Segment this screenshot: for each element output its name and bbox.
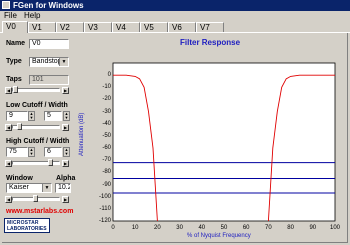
y-tick-label: -40 <box>102 120 111 127</box>
taps-slider-thumb[interactable] <box>13 86 18 93</box>
window-label: Window <box>6 175 33 182</box>
y-tick-label: -10 <box>102 84 111 91</box>
low-width-field[interactable]: 5 <box>44 111 62 121</box>
x-tick-label: 80 <box>287 225 294 231</box>
chart-area <box>75 37 345 242</box>
x-tick-label: 70 <box>265 225 272 231</box>
alpha-slider-thumb[interactable] <box>33 195 38 202</box>
y-tick-label: -80 <box>102 169 111 176</box>
high-slider-right-icon[interactable]: ▶ <box>62 160 69 167</box>
tab-v0[interactable]: V0 <box>2 21 28 33</box>
low-width-spinner[interactable]: ▲ ▼ <box>63 111 70 121</box>
low-slider-left-icon[interactable]: ◀ <box>5 124 12 131</box>
window-title: FGen for Windows <box>13 1 84 10</box>
x-tick-label: 60 <box>242 225 250 231</box>
high-slider-left-icon[interactable]: ◀ <box>5 160 12 167</box>
app-window: FGen for Windows File Help V0 V1 V2 V3 V… <box>0 0 350 245</box>
logo-line-2: LABORATORIES <box>7 226 47 232</box>
y-tick-label: -100 <box>98 193 111 200</box>
type-value: Bandstop <box>32 58 62 65</box>
x-tick-label: 50 <box>220 225 228 231</box>
taps-slider-right-icon[interactable]: ▶ <box>62 87 69 94</box>
x-tick-label: 0 <box>111 225 115 231</box>
alpha-field[interactable]: 10.2 <box>55 183 71 193</box>
y-tick-label: -20 <box>102 96 111 103</box>
y-tick-label: -50 <box>102 132 111 139</box>
chevron-down-icon[interactable]: ▼ <box>59 58 68 66</box>
chevron-down-icon[interactable]: ▼ <box>42 184 51 192</box>
y-tick-label: -70 <box>102 157 111 164</box>
x-tick-label: 10 <box>131 225 139 231</box>
y-tick-label: -110 <box>99 205 111 212</box>
x-tick-label: 40 <box>198 225 206 231</box>
window-value: Kaiser <box>9 184 29 191</box>
chart-title: Filter Response <box>180 38 241 47</box>
y-tick-label: -90 <box>102 181 111 188</box>
high-width-field[interactable]: 6 <box>44 147 62 157</box>
taps-field[interactable]: 101 <box>29 75 69 85</box>
alpha-slider-left-icon[interactable]: ◀ <box>5 196 12 203</box>
taps-slider-left-icon[interactable]: ◀ <box>5 87 12 94</box>
y-tick-label: -30 <box>102 108 111 115</box>
high-cutoff-field[interactable]: 75 <box>6 147 28 157</box>
name-label: Name <box>6 40 26 47</box>
alpha-label: Alpha <box>56 175 76 182</box>
high-cutoff-label: High Cutoff / Width <box>6 138 70 145</box>
y-tick-label: -60 <box>102 145 111 152</box>
y-tick-label: 0 <box>107 72 111 79</box>
x-tick-label: 20 <box>154 225 161 231</box>
menu-help[interactable]: Help <box>24 11 40 21</box>
x-tick-label: 90 <box>309 225 317 231</box>
window-select[interactable]: Kaiser ▼ <box>6 183 52 193</box>
low-slider-right-icon[interactable]: ▶ <box>62 124 69 131</box>
alpha-slider-right-icon[interactable]: ▶ <box>62 196 69 203</box>
x-axis-label: % of Nyquist Frequency <box>187 233 251 239</box>
name-field[interactable]: V0 <box>29 39 69 49</box>
low-cutoff-label: Low Cutoff / Width <box>6 102 68 109</box>
website-link[interactable]: www.mstarlabs.com <box>6 208 73 215</box>
menu-file[interactable]: File <box>4 11 17 21</box>
y-tick-label: -120 <box>98 218 111 224</box>
type-select[interactable]: Bandstop ▼ <box>29 57 69 67</box>
menu-bar: File Help <box>0 11 350 21</box>
app-icon[interactable] <box>2 1 10 9</box>
type-label: Type <box>6 58 22 65</box>
title-bar: FGen for Windows <box>0 0 350 11</box>
high-cutoff-spinner[interactable]: ▲ ▼ <box>28 147 35 157</box>
low-cutoff-field[interactable]: 9 <box>6 111 28 121</box>
low-slider-thumb[interactable] <box>17 123 22 130</box>
high-width-spinner[interactable]: ▲ ▼ <box>63 147 70 157</box>
taps-slider-track[interactable] <box>12 88 60 92</box>
company-logo: MICROSTAR LABORATORIES <box>4 218 50 233</box>
high-slider-thumb[interactable] <box>48 159 53 166</box>
low-cutoff-spinner[interactable]: ▲ ▼ <box>28 111 35 121</box>
x-tick-label: 100 <box>329 225 340 231</box>
x-tick-label: 30 <box>176 225 183 231</box>
taps-label: Taps <box>6 76 22 83</box>
